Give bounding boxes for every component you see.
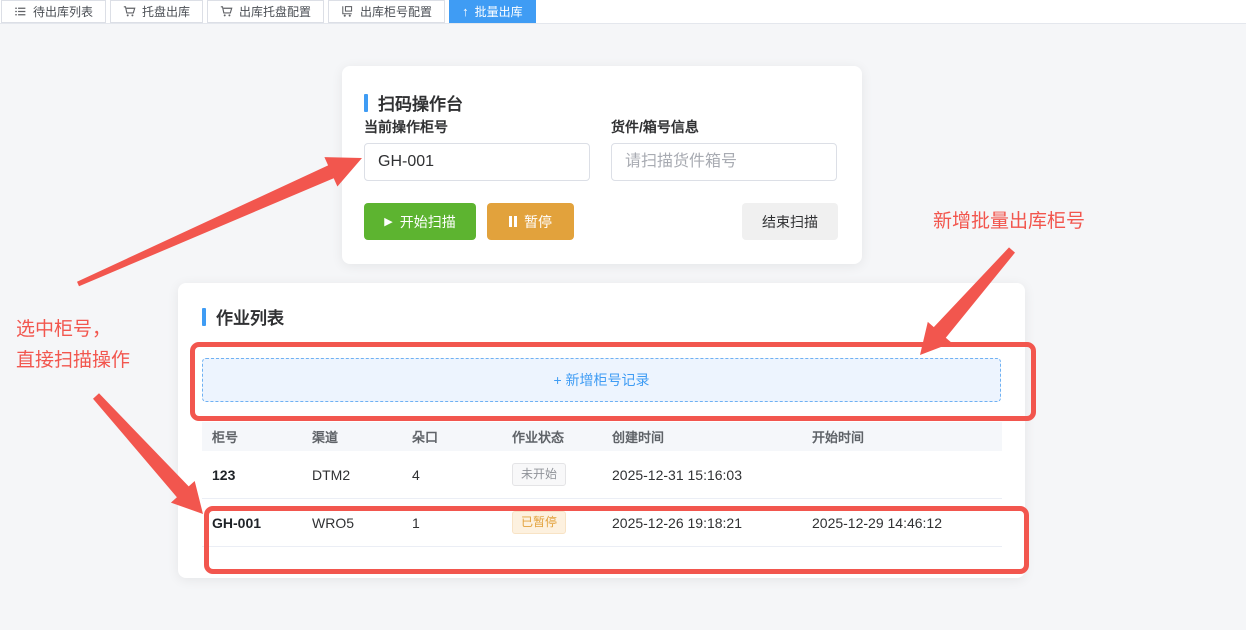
pause-icon: [509, 216, 517, 227]
annotation-select-note: 选中柜号， 直接扫描操作: [16, 314, 130, 376]
table-row[interactable]: 123 DTM2 4 未开始 2025-12-31 15:16:03: [202, 451, 1002, 499]
cart-icon: [220, 5, 233, 18]
job-list-card: 作业列表 + 新增柜号记录 柜号 渠道 朵口 作业状态 创建时间 开始时间 12…: [178, 283, 1025, 578]
tab-label: 出库柜号配置: [360, 3, 432, 20]
col-header-started: 开始时间: [802, 427, 992, 446]
cell-port: 4: [402, 467, 502, 483]
dolly-icon: [341, 5, 354, 18]
tab-label: 托盘出库: [142, 3, 190, 20]
table-row[interactable]: GH-001 WRO5 1 已暂停 2025-12-26 19:18:21 20…: [202, 499, 1002, 547]
arrow-to-cabinet-input: [77, 157, 362, 286]
tab-label: 待出库列表: [33, 3, 93, 20]
start-scan-button[interactable]: ▶ 开始扫描: [364, 203, 476, 240]
pause-button[interactable]: 暂停: [487, 203, 574, 240]
scan-console-title: 扫码操作台: [364, 90, 463, 115]
tab-pending-outbound-list[interactable]: 待出库列表: [1, 0, 106, 23]
shipment-scan-input[interactable]: [611, 143, 837, 181]
table-header-row: 柜号 渠道 朵口 作业状态 创建时间 开始时间: [202, 422, 1002, 451]
cell-cabinet: 123: [202, 467, 302, 483]
cell-started: 2025-12-29 14:46:12: [802, 515, 992, 531]
cell-port: 1: [402, 515, 502, 531]
status-badge: 已暂停: [512, 511, 566, 533]
add-cabinet-record-button[interactable]: + 新增柜号记录: [202, 358, 1001, 402]
tab-label: 批量出库: [475, 3, 523, 20]
cell-channel: DTM2: [302, 467, 402, 483]
cell-status: 未开始: [502, 463, 602, 485]
top-tab-bar: 待出库列表 托盘出库 出库托盘配置 出库柜号配置 ↑ 批量出库: [0, 0, 1246, 24]
cell-cabinet: GH-001: [202, 515, 302, 531]
title-accent-bar: [364, 94, 368, 112]
col-header-created: 创建时间: [602, 427, 802, 446]
tab-batch-outbound[interactable]: ↑ 批量出库: [449, 0, 536, 23]
job-list-title: 作业列表: [202, 304, 284, 329]
title-accent-bar: [202, 308, 206, 326]
col-header-port: 朵口: [402, 427, 502, 446]
scan-console-card: 扫码操作台 当前操作柜号 货件/箱号信息 ▶ 开始扫描 暂停 结束扫描: [342, 66, 862, 264]
tab-outbound-cabinet-config[interactable]: 出库柜号配置: [328, 0, 445, 23]
cell-channel: WRO5: [302, 515, 402, 531]
current-cabinet-label: 当前操作柜号: [364, 117, 448, 137]
col-header-channel: 渠道: [302, 427, 402, 446]
list-icon: [14, 5, 27, 18]
cell-status: 已暂停: [502, 511, 602, 533]
col-header-cabinet: 柜号: [202, 427, 302, 446]
shipment-info-label: 货件/箱号信息: [611, 117, 699, 137]
cell-created: 2025-12-31 15:16:03: [602, 467, 802, 483]
col-header-status: 作业状态: [502, 427, 602, 446]
job-table: 柜号 渠道 朵口 作业状态 创建时间 开始时间 123 DTM2 4 未开始 2…: [202, 422, 1002, 547]
cart-icon: [123, 5, 136, 18]
cell-created: 2025-12-26 19:18:21: [602, 515, 802, 531]
up-arrow-icon: ↑: [462, 5, 469, 18]
current-cabinet-input[interactable]: [364, 143, 590, 181]
play-icon: ▶: [384, 215, 392, 228]
status-badge: 未开始: [512, 463, 566, 485]
annotation-add-note: 新增批量出库柜号: [933, 206, 1085, 233]
end-scan-button[interactable]: 结束扫描: [742, 203, 838, 240]
tab-outbound-pallet-config[interactable]: 出库托盘配置: [207, 0, 324, 23]
tab-label: 出库托盘配置: [239, 3, 311, 20]
tab-pallet-outbound[interactable]: 托盘出库: [110, 0, 203, 23]
